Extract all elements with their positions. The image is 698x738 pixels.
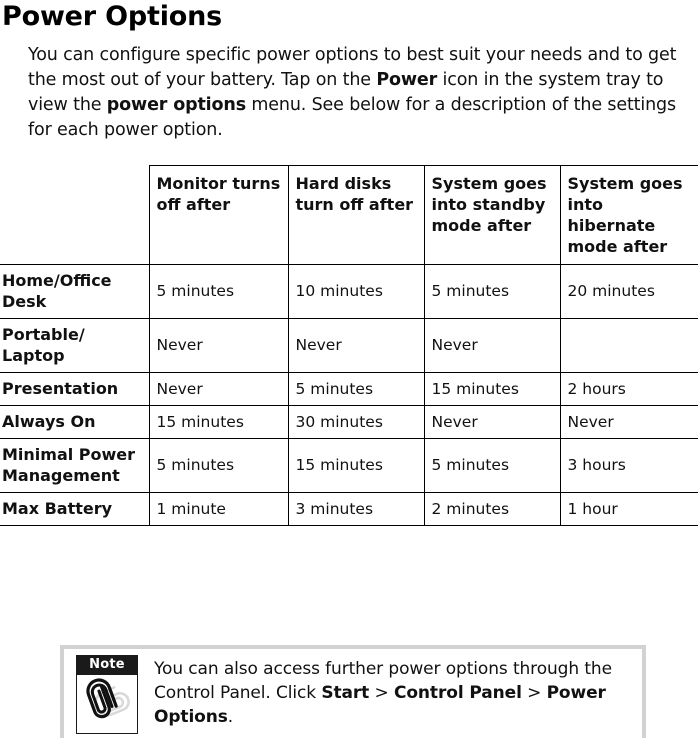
cell-standby: Never bbox=[423, 318, 561, 373]
cell-monitor: 1 minute bbox=[148, 492, 289, 526]
intro-bold-power-options: power options bbox=[106, 95, 246, 115]
row-label-presentation: Presentation bbox=[0, 372, 150, 406]
table-row: Always On 15 minutes 30 minutes Never Ne… bbox=[0, 405, 698, 439]
cell-hibernate: 3 hours bbox=[559, 438, 698, 493]
cell-standby: 15 minutes bbox=[423, 372, 561, 406]
paperclip-icon bbox=[76, 675, 138, 734]
row-label-always-on: Always On bbox=[0, 405, 150, 439]
table-header-hibernate: System goes into hibernate mode after bbox=[559, 165, 698, 265]
note-icon-block: Note bbox=[76, 655, 138, 734]
row-label-max-battery: Max Battery bbox=[0, 492, 150, 526]
cell-monitor: 5 minutes bbox=[148, 438, 289, 493]
cell-standby: 5 minutes bbox=[423, 264, 561, 319]
note-separator-2: > bbox=[521, 683, 547, 703]
cell-monitor: 15 minutes bbox=[148, 405, 289, 439]
table-header-row: Monitor turns off after Hard disks turn … bbox=[0, 165, 698, 265]
cell-hard-disks: 5 minutes bbox=[287, 372, 425, 406]
cell-hibernate: Never bbox=[559, 405, 698, 439]
intro-bold-power: Power bbox=[376, 70, 438, 90]
note-label: Note bbox=[76, 655, 138, 675]
note-callout: Note You can also access further power o… bbox=[60, 645, 646, 738]
page-title: Power Options bbox=[2, 1, 222, 32]
note-text-end: . bbox=[227, 707, 234, 727]
cell-monitor: Never bbox=[148, 372, 289, 406]
cell-standby: Never bbox=[423, 405, 561, 439]
cell-hard-disks: Never bbox=[287, 318, 425, 373]
table-row: Minimal Power Management 5 minutes 15 mi… bbox=[0, 438, 698, 493]
cell-hibernate bbox=[559, 318, 698, 373]
table-row: Presentation Never 5 minutes 15 minutes … bbox=[0, 372, 698, 406]
cell-hibernate: 20 minutes bbox=[559, 264, 698, 319]
cell-hard-disks: 10 minutes bbox=[287, 264, 425, 319]
row-label-portable-laptop: Portable/ Laptop bbox=[0, 318, 150, 373]
cell-hard-disks: 3 minutes bbox=[287, 492, 425, 526]
cell-hard-disks: 15 minutes bbox=[287, 438, 425, 493]
row-label-minimal-power-management: Minimal Power Management bbox=[0, 438, 150, 493]
cell-hard-disks: 30 minutes bbox=[287, 405, 425, 439]
table-row: Max Battery 1 minute 3 minutes 2 minutes… bbox=[0, 492, 698, 526]
table-header-monitor: Monitor turns off after bbox=[148, 165, 289, 265]
note-bold-start: Start bbox=[321, 683, 370, 703]
table-header-hard-disks: Hard disks turn off after bbox=[287, 165, 425, 265]
cell-hibernate: 2 hours bbox=[559, 372, 698, 406]
note-bold-control-panel: Control Panel bbox=[393, 683, 522, 703]
row-label-home-office-desk: Home/Office Desk bbox=[0, 264, 150, 319]
table-header-standby: System goes into standby mode after bbox=[423, 165, 561, 265]
cell-standby: 5 minutes bbox=[423, 438, 561, 493]
cell-hibernate: 1 hour bbox=[559, 492, 698, 526]
note-separator-1: > bbox=[369, 683, 394, 703]
cell-monitor: 5 minutes bbox=[148, 264, 289, 319]
cell-monitor: Never bbox=[148, 318, 289, 373]
table-header-spacer bbox=[0, 166, 149, 265]
power-options-table: Monitor turns off after Hard disks turn … bbox=[0, 165, 698, 526]
table-row: Portable/ Laptop Never Never Never bbox=[0, 318, 698, 373]
note-text: You can also access further power option… bbox=[154, 655, 642, 729]
intro-paragraph: You can configure specific power options… bbox=[0, 32, 698, 143]
table-row: Home/Office Desk 5 minutes 10 minutes 5 … bbox=[0, 264, 698, 319]
cell-standby: 2 minutes bbox=[423, 492, 561, 526]
